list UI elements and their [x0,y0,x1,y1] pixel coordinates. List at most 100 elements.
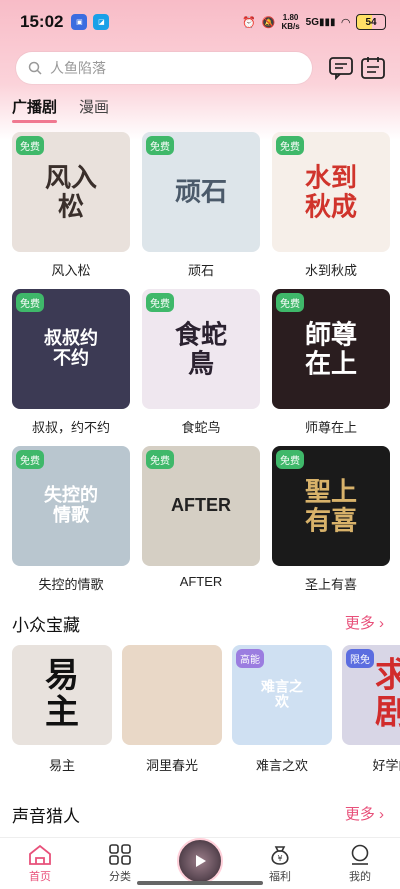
drama-card[interactable]: 顽石 免费顽石 [142,132,260,289]
money-bag-icon: ¥ [271,846,289,865]
nav-home[interactable]: 首页 [10,838,70,884]
calendar-icon[interactable] [360,56,386,80]
drama-title: 叔叔，约不约 [31,420,110,435]
cover-art-text: 叔叔约不约 [44,328,98,368]
drama-card[interactable]: 风入松 免费 风入松 [12,132,130,289]
status-badge: 限免 [346,649,374,668]
niche-title: 难言之欢 [255,758,308,773]
drama-title: AFTER [179,574,223,589]
drama-card[interactable]: 食蛇鳥 免费食蛇鸟 [142,289,260,446]
now-playing-button[interactable] [177,838,223,884]
free-badge: 免费 [276,293,304,312]
niche-title: 洞里春光 [145,758,198,773]
alarm-icon: ⏰ [242,16,256,29]
mute-icon: 🔕 [261,16,276,29]
drama-cover[interactable]: 顽石 免费 [142,132,260,252]
more-link-sound-hunter[interactable]: 更多 › [345,803,384,824]
section-title-niche-treasures: 小众宝藏 [12,616,80,635]
search-bar[interactable]: 人鱼陷落 [16,52,312,84]
cover-art-text: 顽石 [174,176,228,207]
drama-cover[interactable]: 聖上有喜 免费 [272,446,390,566]
nav-category[interactable]: 分类 [90,838,150,884]
niche-card[interactable]: 求剧限免好学的 [342,645,400,774]
free-badge: 免费 [146,136,174,155]
drama-title: 风入松 [51,263,91,278]
free-badge: 免费 [16,136,44,155]
home-icon [29,844,51,865]
nav-welfare[interactable]: ¥ 福利 [250,838,310,884]
niche-card[interactable]: 难言之欢 高能难言之欢 [232,645,332,774]
status-badge: 高能 [236,649,264,668]
category-tabs: 广播剧 漫画 [12,96,109,123]
niche-cover[interactable]: 易主 [12,645,112,745]
cover-art-text: AFTER [171,495,231,516]
free-badge: 免费 [276,136,304,155]
tab-radio-drama[interactable]: 广播剧 [12,96,58,123]
network-speed: 1.80 KB/s [281,13,300,31]
cover-art-text: 聖上有喜 [304,476,357,535]
nav-mine[interactable]: 我的 [330,838,390,884]
cover-art-text: 師尊在上 [304,319,357,378]
tab-comics[interactable]: 漫画 [79,96,109,117]
drama-title: 食蛇鸟 [181,420,221,435]
wifi-icon: ◠ [341,16,350,29]
drama-cover[interactable]: 叔叔约不约 免费 [12,289,130,409]
free-badge: 免费 [16,450,44,469]
message-icon[interactable] [328,56,354,80]
cover-art-text: 易主 [45,656,79,732]
drama-title: 失控的情歌 [38,577,104,592]
search-placeholder: 人鱼陷落 [50,60,106,76]
cover-art-text: 难言之欢 [261,678,303,710]
niche-card[interactable]: 洞里春光 [122,645,222,774]
drama-cover[interactable]: AFTER 免费 [142,446,260,566]
drama-title: 师尊在上 [304,420,357,435]
cover-art-text: 求剧 [375,656,400,732]
niche-treasures-row: 易主易主洞里春光难言之欢高能难言之欢求剧限免好学的 [12,645,400,774]
drama-card[interactable]: 叔叔约不约 免费叔叔，约不约 [12,289,130,446]
free-badge: 免费 [16,293,44,312]
free-badge: 免费 [146,293,174,312]
drama-cover[interactable]: 失控的情歌 免费 [12,446,130,566]
battery-indicator: 54 [356,14,386,30]
drama-grid: 风入松 免费 风入松 顽石 免费 顽石 水到秋成 免费 水到秋成 叔叔约不约 免费 叔叔，约不约 食蛇鳥… [12,132,390,603]
more-link-niche-treasures[interactable]: 更多 › [345,612,384,633]
home-indicator[interactable] [137,881,263,885]
drama-card[interactable]: 師尊在上 免费师尊在上 [272,289,390,446]
play-icon [196,855,206,867]
free-badge: 免费 [146,450,174,469]
niche-cover[interactable]: 求剧 限免 [342,645,400,745]
chevron-right-icon: › [379,615,384,632]
signal-icon: 5G▮▮▮ [305,16,336,28]
niche-cover[interactable] [122,645,222,745]
drama-cover[interactable]: 食蛇鳥 免费 [142,289,260,409]
niche-title: 好学的 [372,758,400,773]
niche-cover[interactable]: 难言之欢 高能 [232,645,332,745]
cover-art-text: 水到秋成 [304,162,357,221]
free-badge: 免费 [276,450,304,469]
niche-card[interactable]: 易主 易主 [12,645,112,774]
svg-text:¥: ¥ [277,854,282,863]
status-bar: 15:02 ▣ ◪ ⏰ 🔕 1.80 KB/s 5G▮▮▮ ◠ 54 [0,0,400,44]
notification-app-icon-2: ◪ [93,14,110,30]
drama-cover[interactable]: 水到秋成 免费 [272,132,390,252]
section-title-sound-hunter: 声音猎人 [12,807,80,826]
drama-title: 顽石 [187,263,214,278]
grid-icon [109,844,131,865]
niche-title: 易主 [48,758,75,773]
person-icon [351,844,369,865]
cover-art-text: 食蛇鳥 [174,319,227,378]
status-time: 15:02 [20,12,64,31]
cover-art-text: 风入松 [44,162,97,221]
drama-title: 圣上有喜 [304,577,357,592]
notification-app-icon: ▣ [71,14,88,30]
chevron-right-icon: › [379,806,384,823]
search-icon [28,61,42,75]
drama-cover[interactable]: 风入松 免费 [12,132,130,252]
drama-card[interactable]: 聖上有喜 免费圣上有喜 [272,446,390,603]
drama-cover[interactable]: 師尊在上 免费 [272,289,390,409]
drama-title: 水到秋成 [304,263,357,278]
drama-card[interactable]: 水到秋成 免费 水到秋成 [272,132,390,289]
drama-card[interactable]: 失控的情歌 免费 失控的情歌 [12,446,130,603]
drama-card[interactable]: AFTER 免费 AFTER [142,446,260,603]
cover-art-text: 失控的情歌 [44,485,98,525]
